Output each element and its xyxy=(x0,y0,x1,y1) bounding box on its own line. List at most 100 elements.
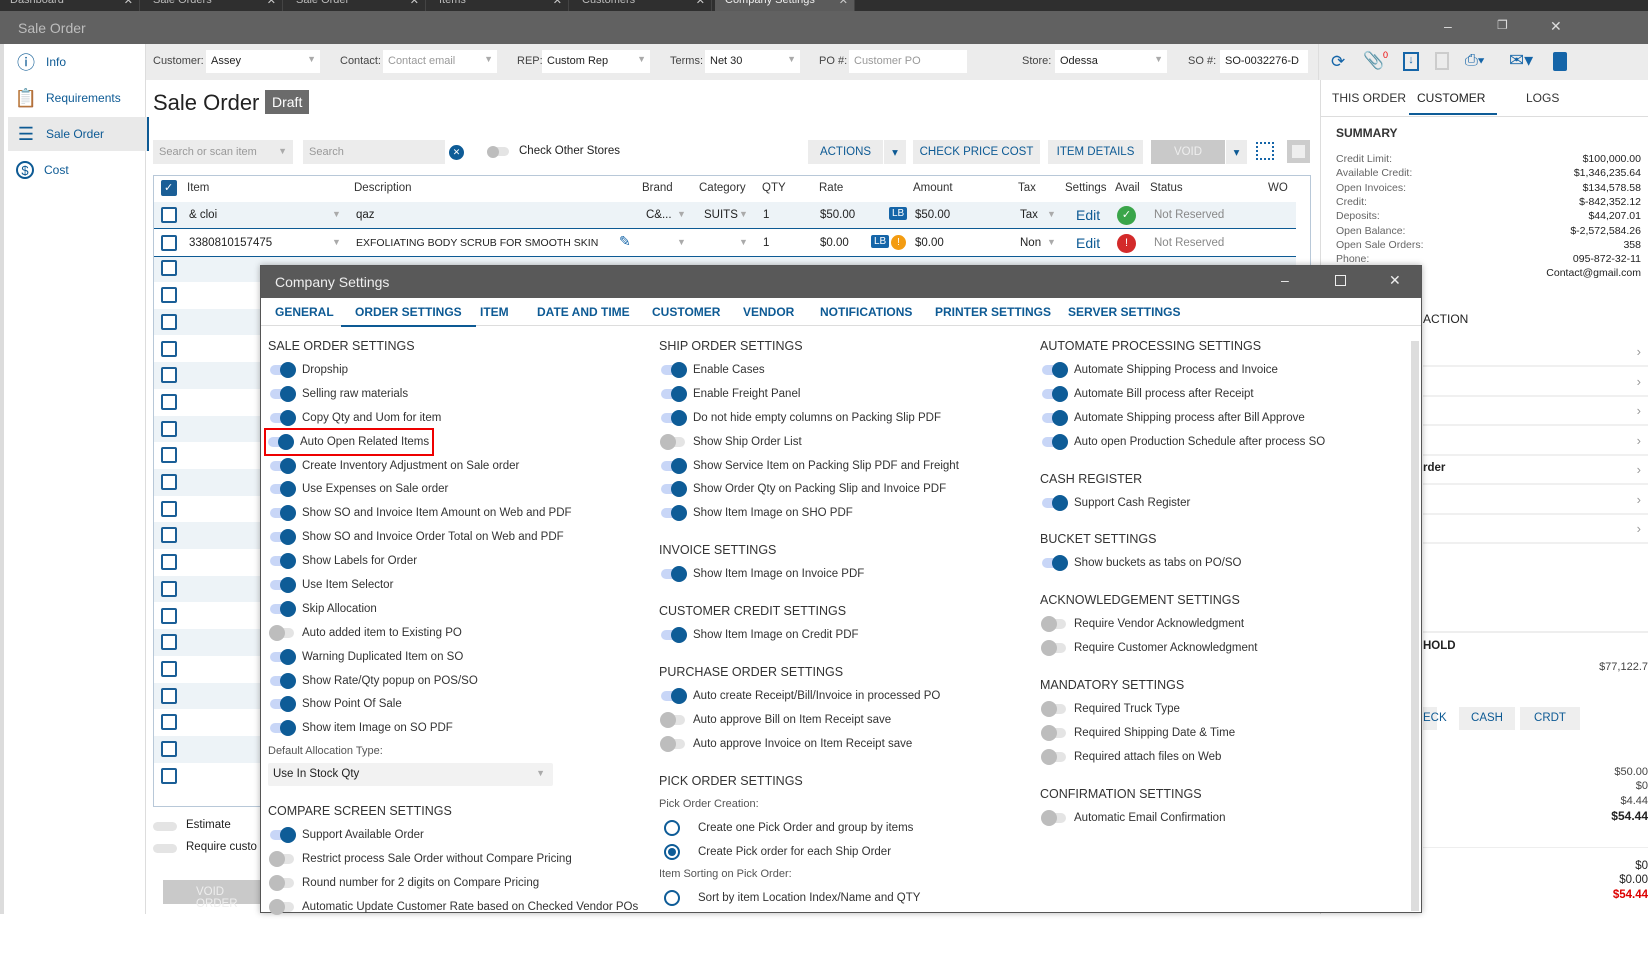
tab-notifications[interactable]: NOTIFICATIONS xyxy=(820,305,912,319)
setting-toggle-row[interactable]: Selling raw materials xyxy=(268,382,638,406)
toggle-switch[interactable] xyxy=(1041,616,1066,633)
row-checkbox[interactable] xyxy=(161,554,177,571)
search-item-select[interactable]: Search or scan item ▼ xyxy=(153,140,293,164)
radio-option[interactable]: Sort by item Location Index/Name and QTY xyxy=(659,886,959,910)
item-details-button[interactable]: ITEM DETAILS xyxy=(1048,140,1143,164)
action-row[interactable]: › xyxy=(1423,368,1648,397)
row-checkbox[interactable] xyxy=(161,393,177,410)
row-checkbox[interactable] xyxy=(161,447,177,464)
setting-toggle-row[interactable]: Automate Shipping process after Bill App… xyxy=(1040,406,1325,430)
chevron-down-icon[interactable]: ▼ xyxy=(1047,209,1056,219)
setting-toggle-row[interactable]: Auto approve Bill on Item Receipt save xyxy=(659,708,959,732)
estimate-toggle[interactable] xyxy=(153,822,177,831)
close-tab-icon[interactable]: ✕ xyxy=(696,0,705,7)
clear-search-icon[interactable]: ✕ xyxy=(449,145,464,160)
close-tab-icon[interactable]: ✕ xyxy=(410,0,419,7)
radio-option[interactable]: Create one Pick Order and group by items xyxy=(659,816,959,840)
toggle-switch[interactable] xyxy=(1042,409,1068,426)
contact-select[interactable]: Contact email ▼ xyxy=(383,50,497,73)
action-row[interactable]: › xyxy=(1423,338,1648,367)
row-checkbox[interactable] xyxy=(161,634,177,651)
toggle-switch[interactable] xyxy=(270,529,296,546)
paperclip-icon[interactable]: 📎 xyxy=(1363,51,1384,71)
setting-toggle-row[interactable]: Require Customer Acknowledgment xyxy=(1040,636,1325,660)
doc-tab[interactable]: Customers ✕ xyxy=(572,0,712,11)
row-checkbox[interactable] xyxy=(161,235,177,251)
toggle-switch[interactable] xyxy=(270,409,296,426)
setting-toggle-row[interactable]: Show buckets as tabs on PO/SO xyxy=(1040,551,1325,575)
toggle-switch[interactable] xyxy=(660,433,685,450)
setting-toggle-row[interactable]: Auto Open Related Items xyxy=(264,427,434,456)
toggle-switch[interactable] xyxy=(269,624,294,641)
tab-order-settings[interactable]: ORDER SETTINGS xyxy=(341,305,476,327)
setting-toggle-row[interactable]: Show SO and Invoice Item Amount on Web a… xyxy=(268,501,638,525)
close-button[interactable]: ✕ xyxy=(1550,18,1562,35)
row-checkbox[interactable] xyxy=(161,580,177,597)
chevron-down-icon[interactable]: ▼ xyxy=(739,237,748,247)
check-other-stores-toggle[interactable] xyxy=(487,145,509,158)
setting-toggle-row[interactable]: Required Truck Type xyxy=(1040,697,1325,721)
toggle-switch[interactable] xyxy=(1041,809,1066,826)
minimize-button[interactable]: – xyxy=(1444,18,1452,34)
setting-toggle-row[interactable]: Show Point Of Sale xyxy=(268,692,638,716)
copy-icon[interactable] xyxy=(1435,52,1449,70)
allocation-type-select[interactable]: Use In Stock Qty ▼ xyxy=(268,763,553,787)
toggle-switch[interactable] xyxy=(270,457,296,474)
setting-toggle-row[interactable]: Show Item Image on SHO PDF xyxy=(659,501,959,525)
toggle-switch[interactable] xyxy=(1042,385,1068,402)
row-checkbox[interactable] xyxy=(161,313,177,330)
pay-button-eck[interactable]: ECK xyxy=(1423,707,1447,730)
sidebar-item-cost[interactable]: $ Cost xyxy=(8,153,149,187)
toggle-switch[interactable] xyxy=(1041,748,1066,765)
toggle-switch[interactable] xyxy=(661,481,687,498)
dialog-maximize-button[interactable] xyxy=(1335,275,1346,286)
setting-toggle-row[interactable]: Automate Bill process after Receipt xyxy=(1040,382,1325,406)
rep-select[interactable]: Custom Rep ▼ xyxy=(542,50,650,73)
toggle-switch[interactable] xyxy=(661,409,687,426)
row-checkbox[interactable] xyxy=(161,527,177,544)
layout-icon[interactable] xyxy=(1287,140,1310,163)
select-area-icon[interactable] xyxy=(1256,142,1274,160)
toggle-switch[interactable] xyxy=(660,735,685,752)
action-row[interactable]: › xyxy=(1423,515,1648,544)
void-dropdown-icon[interactable]: ▾ xyxy=(1226,140,1247,164)
dialog-close-button[interactable]: ✕ xyxy=(1389,272,1401,289)
tab-printer-settings[interactable]: PRINTER SETTINGS xyxy=(935,305,1051,319)
restore-button[interactable]: ❐ xyxy=(1497,18,1508,32)
tab-vendor[interactable]: VENDOR xyxy=(743,305,794,319)
edit-pencil-icon[interactable]: ✎ xyxy=(619,233,631,250)
void-order-button[interactable]: VOID ORDER xyxy=(163,880,263,910)
row-checkbox[interactable] xyxy=(161,420,177,437)
toggle-switch[interactable] xyxy=(269,898,294,915)
actions-button[interactable]: ACTIONS xyxy=(808,140,883,164)
setting-toggle-row[interactable]: Round number for 2 digits on Compare Pri… xyxy=(268,871,638,895)
toggle-switch[interactable] xyxy=(268,433,294,450)
action-row[interactable]: › xyxy=(1423,397,1648,426)
setting-toggle-row[interactable]: Auto added item to Existing PO xyxy=(268,621,638,645)
toggle-switch[interactable] xyxy=(270,385,296,402)
setting-toggle-row[interactable]: Use Expenses on Sale order xyxy=(268,477,638,501)
toggle-switch[interactable] xyxy=(1042,555,1068,572)
row-checkbox[interactable] xyxy=(161,500,177,517)
radio-option[interactable]: Create Pick order for each Ship Order xyxy=(659,840,959,864)
dialog-scrollbar[interactable] xyxy=(1411,341,1419,911)
table-row[interactable]: 3380810157475 ▼ EXFOLIATING BODY SCRUB FOR… xyxy=(154,230,1296,257)
toggle-switch[interactable] xyxy=(1041,640,1066,657)
setting-toggle-row[interactable]: Required Shipping Date & Time xyxy=(1040,721,1325,745)
row-checkbox[interactable] xyxy=(161,367,177,384)
row-checkbox[interactable] xyxy=(161,207,177,223)
pay-button-crdt[interactable]: CRDT xyxy=(1520,707,1580,730)
check-price-cost-button[interactable]: CHECK PRICE COST xyxy=(913,140,1040,164)
po-input[interactable]: Customer PO xyxy=(849,50,967,73)
radio-button[interactable] xyxy=(664,843,680,860)
toggle-switch[interactable] xyxy=(270,672,296,689)
sidebar-item-info[interactable]: ⓘ Info xyxy=(8,45,149,79)
toggle-switch[interactable] xyxy=(269,874,294,891)
setting-toggle-row[interactable]: Do not hide empty columns on Packing Sli… xyxy=(659,406,959,430)
toggle-switch[interactable] xyxy=(270,827,296,844)
close-tab-icon[interactable]: ✕ xyxy=(124,0,133,7)
setting-toggle-row[interactable]: Use Item Selector xyxy=(268,573,638,597)
row-checkbox[interactable] xyxy=(161,714,177,731)
chevron-down-icon[interactable]: ▼ xyxy=(332,237,341,247)
toggle-switch[interactable] xyxy=(1042,433,1068,450)
